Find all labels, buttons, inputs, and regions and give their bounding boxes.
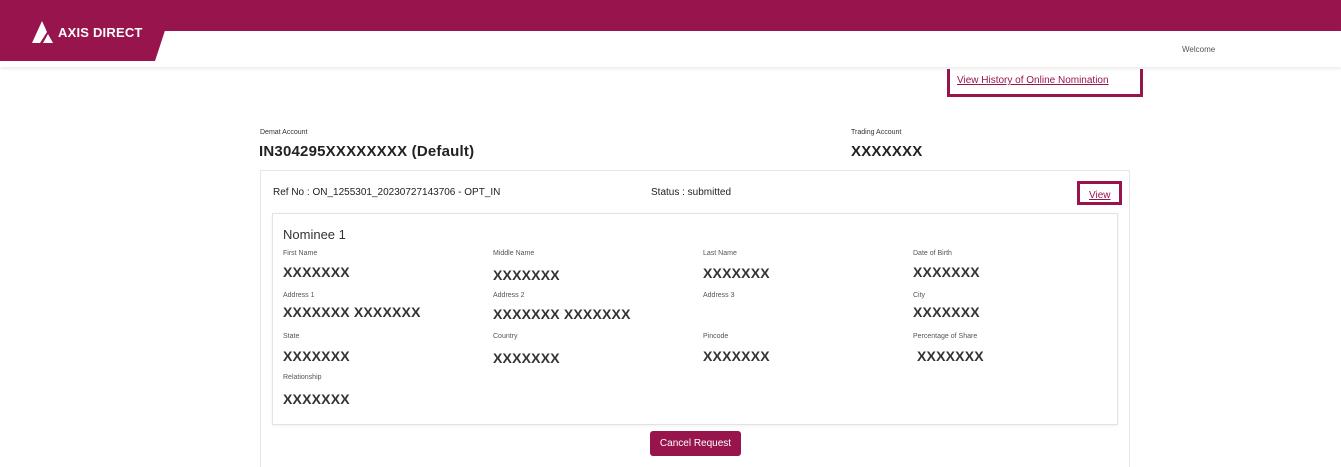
address3-label: Address 3 (703, 292, 735, 299)
relationship-label: Relationship (283, 374, 322, 381)
last-name-label: Last Name (703, 250, 737, 257)
pincode-label: Pincode (703, 333, 729, 340)
country-value: XXXXXXX (493, 350, 560, 366)
state-value: XXXXXXX (283, 348, 350, 364)
middle-name-value: XXXXXXX (493, 267, 560, 283)
demat-account-value: IN304295XXXXXXXX (Default) (259, 143, 475, 160)
share-value: XXXXXXX (917, 348, 984, 364)
middle-name-label: Middle Name (493, 250, 535, 257)
nominee-title: Nominee 1 (283, 227, 346, 242)
cancel-request-button[interactable]: Cancel Request (650, 431, 741, 456)
header-bar (0, 31, 1341, 67)
address1-label: Address 1 (283, 292, 315, 299)
trading-account-value: XXXXXXX (851, 143, 923, 160)
city-value: XXXXXXX (913, 304, 980, 320)
dob-label: Date of Birth (913, 250, 952, 257)
demat-account-label: Demat Account (260, 129, 308, 136)
view-button[interactable]: View (1077, 181, 1122, 205)
state-label: State (283, 333, 300, 340)
address2-value: XXXXXXX XXXXXXX (493, 306, 631, 322)
brand-logo[interactable]: AXIS DIRECT (32, 21, 143, 43)
first-name-value: XXXXXXX (283, 264, 350, 280)
address1-value: XXXXXXX XXXXXXX (283, 304, 421, 320)
pincode-value: XXXXXXX (703, 348, 770, 364)
brand-name: AXIS DIRECT (58, 24, 143, 40)
last-name-value: XXXXXXX (703, 265, 770, 281)
country-label: Country (493, 333, 518, 340)
top-bar (0, 0, 1341, 31)
share-label: Percentage of Share (913, 333, 978, 340)
relationship-value: XXXXXXX (283, 391, 350, 407)
dob-value: XXXXXXX (913, 264, 980, 280)
address2-label: Address 2 (493, 292, 525, 299)
page: AXIS DIRECT Welcome View History of Onli… (0, 0, 1341, 467)
first-name-label: First Name (283, 250, 318, 257)
axis-logo-icon (32, 21, 56, 43)
welcome-text: Welcome (1182, 45, 1216, 54)
view-button-label: View (1089, 190, 1111, 201)
city-label: City (913, 292, 926, 299)
reference-number: Ref No : ON_1255301_20230727143706 - OPT… (273, 187, 501, 198)
trading-account-label: Trading Account (851, 129, 902, 136)
view-history-link[interactable]: View History of Online Nomination (957, 75, 1109, 86)
request-status: Status : submitted (651, 187, 732, 198)
